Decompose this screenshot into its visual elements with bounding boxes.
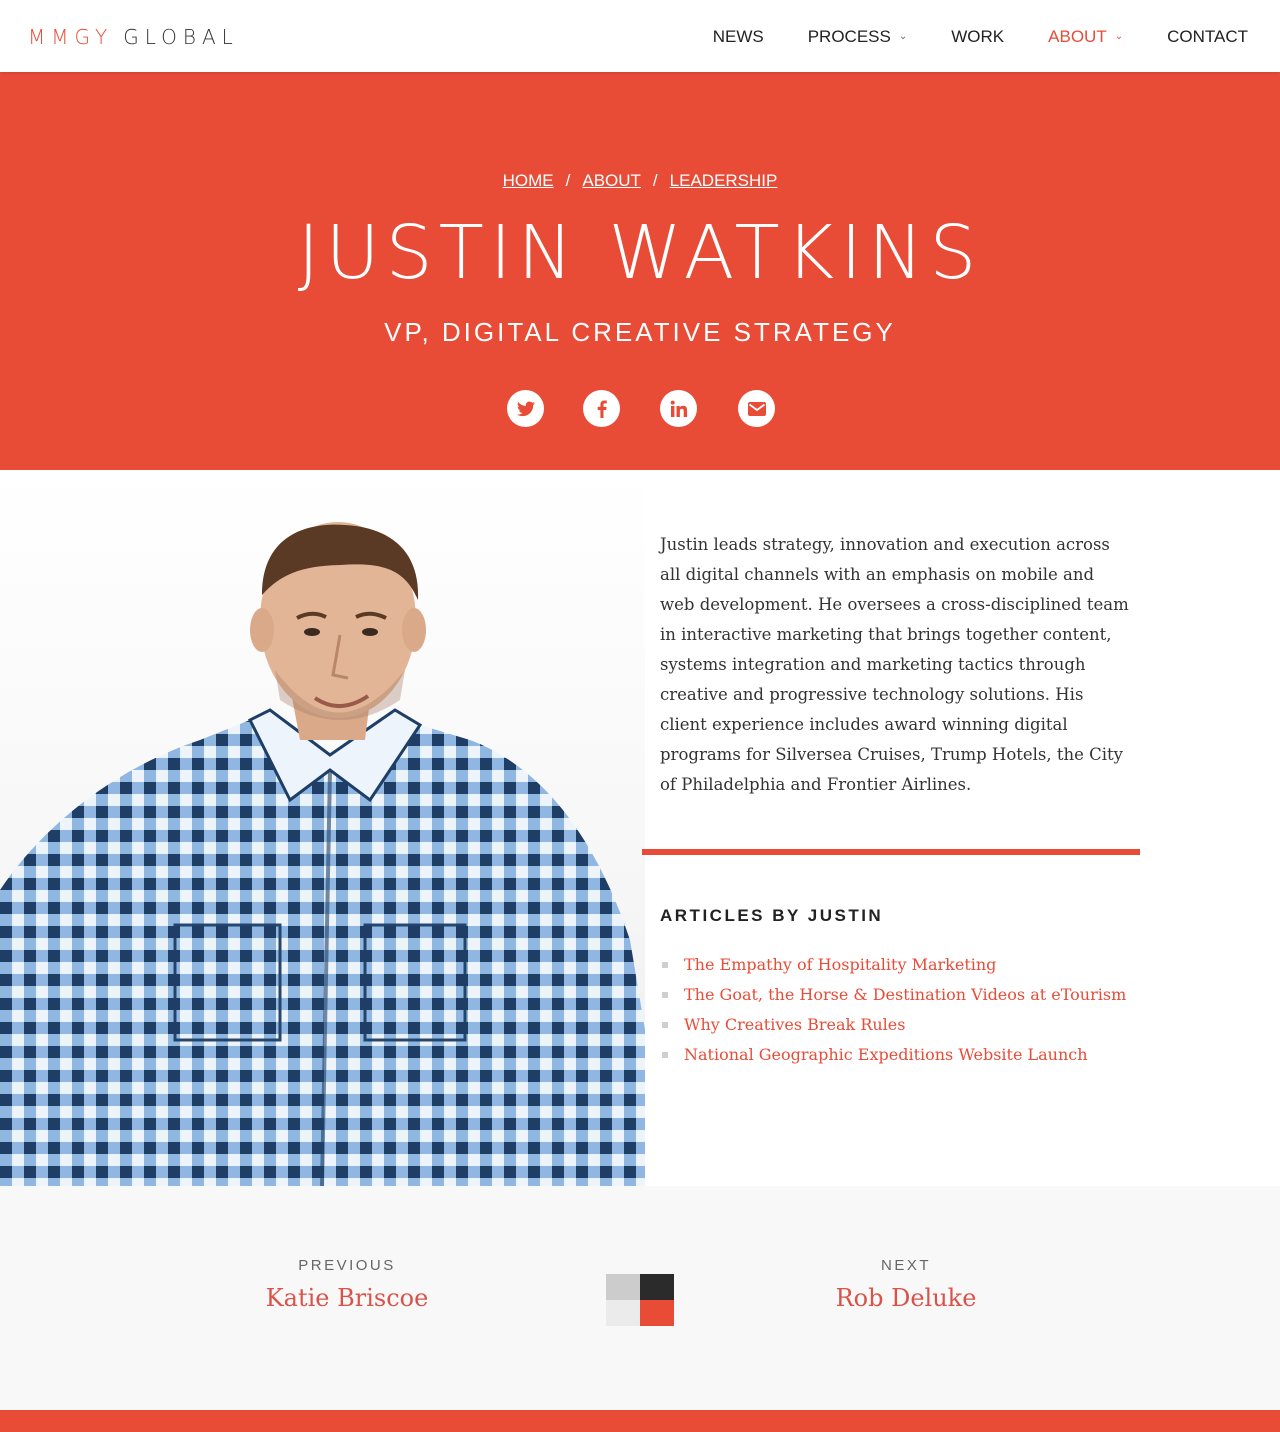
article-link[interactable]: National Geographic Expeditions Website … (684, 1045, 1088, 1064)
breadcrumb-about[interactable]: ABOUT (582, 171, 641, 190)
person-title: VP, DIGITAL CREATIVE STRATEGY (384, 317, 896, 347)
footer-bar (0, 1410, 1280, 1432)
breadcrumb-leadership[interactable]: LEADERSHIP (670, 171, 778, 190)
chevron-down-icon: ⌄ (898, 31, 908, 42)
site-header: MMGY GLOBAL NEWS PROCESS ⌄ WORK ABOUT ⌄ CON… (0, 0, 1280, 72)
section-divider (642, 849, 1140, 855)
grid-cell (640, 1274, 674, 1300)
email-icon (747, 401, 766, 416)
bullet-icon (662, 962, 668, 968)
next-person-link[interactable]: Rob Deluke (836, 1282, 977, 1314)
person-photo-illustration (0, 522, 645, 1186)
nav-item-process[interactable]: PROCESS ⌄ (808, 26, 908, 48)
nav-item-news[interactable]: NEWS (713, 26, 764, 48)
breadcrumb-separator: / (565, 171, 571, 190)
grid-cell (640, 1300, 674, 1326)
nav-item-work[interactable]: WORK (951, 26, 1004, 48)
next-person: NEXT Rob Deluke (706, 1256, 1106, 1314)
email-button[interactable] (738, 390, 775, 427)
list-item: The Goat, the Horse & Destination Videos… (660, 980, 1126, 1010)
bullet-icon (662, 1052, 668, 1058)
bio-text: Justin leads strategy, innovation and ex… (660, 535, 1129, 794)
chevron-down-icon: ⌄ (1114, 31, 1124, 42)
linkedin-icon (670, 400, 687, 417)
nav-label: ABOUT (1048, 27, 1107, 46)
previous-label: PREVIOUS (298, 1257, 396, 1274)
facebook-icon (597, 400, 607, 418)
article-link[interactable]: The Goat, the Horse & Destination Videos… (684, 985, 1126, 1004)
social-links (0, 390, 1280, 428)
breadcrumb: HOME / ABOUT / LEADERSHIP (0, 170, 1280, 192)
list-item: The Empathy of Hospitality Marketing (660, 950, 1126, 980)
previous-person: PREVIOUS Katie Briscoe (147, 1256, 547, 1314)
grid-cell (606, 1300, 640, 1326)
nav-item-about[interactable]: ABOUT ⌄ (1048, 26, 1123, 48)
bullet-icon (662, 1022, 668, 1028)
logo-word: GLOBAL (123, 25, 239, 49)
nav-label: NEWS (712, 27, 764, 46)
logo-brand: MMGY (28, 25, 114, 49)
nav-label: CONTACT (1167, 27, 1248, 46)
person-name: JUSTIN WATKINS (297, 210, 983, 296)
nav-label: PROCESS (807, 27, 891, 46)
portrait-photo (0, 470, 645, 1186)
breadcrumb-home[interactable]: HOME (503, 171, 554, 190)
bullet-icon (662, 992, 668, 998)
facebook-button[interactable] (583, 390, 620, 427)
nav-label: WORK (951, 27, 1005, 46)
articles-list: The Empathy of Hospitality Marketing The… (660, 950, 1126, 1070)
list-item: National Geographic Expeditions Website … (660, 1040, 1126, 1070)
twitter-button[interactable] (507, 390, 544, 427)
list-item: Why Creatives Break Rules (660, 1010, 1126, 1040)
breadcrumb-separator: / (652, 171, 658, 190)
person-pager: PREVIOUS Katie Briscoe NEXT Rob Deluke (0, 1186, 1280, 1410)
main-nav: NEWS PROCESS ⌄ WORK ABOUT ⌄ CONTACT (669, 26, 1248, 48)
twitter-icon (516, 401, 535, 416)
previous-person-link[interactable]: Katie Briscoe (266, 1282, 429, 1314)
grid-cell (606, 1274, 640, 1300)
nav-item-contact[interactable]: CONTACT (1167, 26, 1248, 48)
next-label: NEXT (880, 1257, 931, 1274)
logo[interactable]: MMGY GLOBAL (28, 24, 239, 50)
article-link[interactable]: The Empathy of Hospitality Marketing (684, 955, 996, 974)
articles-heading: ARTICLES BY JUSTIN (660, 906, 884, 925)
grid-view-icon[interactable] (606, 1274, 674, 1326)
hero-banner: HOME / ABOUT / LEADERSHIP JUSTIN WATKINS VP,… (0, 72, 1280, 470)
linkedin-button[interactable] (660, 390, 697, 427)
article-link[interactable]: Why Creatives Break Rules (684, 1015, 905, 1034)
